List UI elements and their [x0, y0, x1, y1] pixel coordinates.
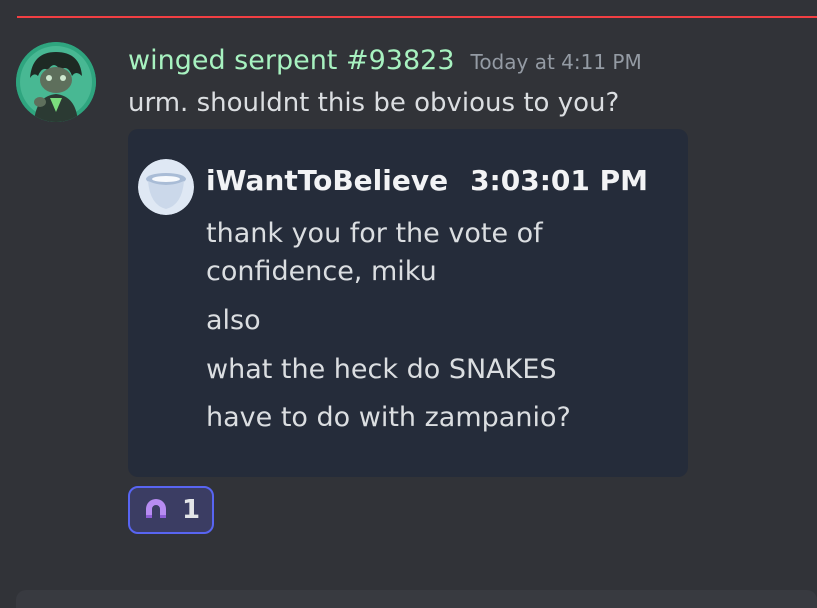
message-timestamp[interactable]: Today at 4:11 PM	[471, 50, 642, 74]
reaction-button[interactable]: 1	[128, 486, 214, 534]
message-input[interactable]	[16, 590, 817, 608]
embed-header: iWantToBelieve 3:03:01 PM	[206, 164, 648, 197]
embed-line: what the heck do SNAKES	[206, 354, 557, 385]
horseshoe-magnet-icon	[145, 499, 166, 518]
embed-line: confidence, miku	[206, 256, 437, 287]
embed-author-name: iWantToBelieve	[206, 164, 449, 197]
chat-view: winged serpent #93823 Today at 4:11 PM u…	[0, 0, 817, 608]
message-header: winged serpent #93823 Today at 4:11 PM	[128, 44, 642, 78]
reaction-count: 1	[181, 495, 201, 525]
fishbowl-avatar-icon	[138, 159, 194, 215]
embed-line: have to do with zampanio?	[206, 402, 571, 433]
character-avatar-icon[interactable]	[16, 42, 96, 122]
embed-line: thank you for the vote of	[206, 218, 543, 249]
embed-timestamp: 3:03:01 PM	[470, 164, 649, 197]
author-name[interactable]: winged serpent #93823	[128, 44, 455, 78]
message-text: urm. shouldnt this be obvious to you?	[128, 88, 620, 118]
new-messages-divider	[17, 16, 817, 18]
embed-line: also	[206, 305, 261, 336]
embedded-image[interactable]: iWantToBelieve 3:03:01 PM thank you for …	[128, 129, 688, 477]
